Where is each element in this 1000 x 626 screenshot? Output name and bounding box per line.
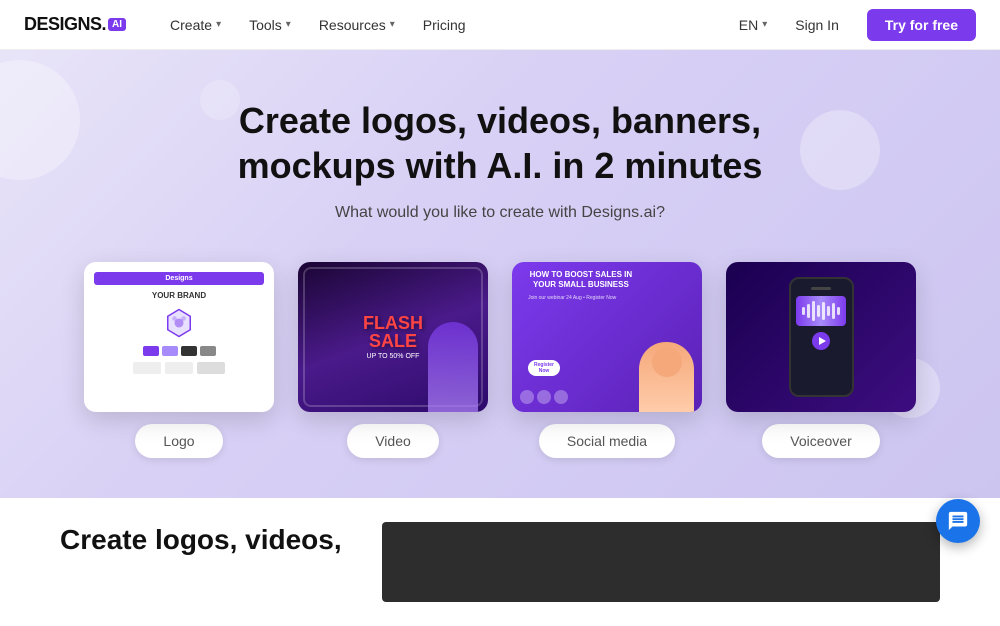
bottom-title: Create logos, videos,	[60, 522, 342, 558]
font-swatches	[133, 362, 225, 374]
font-swatch-3	[197, 362, 225, 374]
logo-card-content: Designs YOUR BRAND	[84, 262, 274, 412]
chevron-down-icon: ▾	[390, 19, 395, 30]
swatch-light-purple	[162, 346, 178, 356]
chat-bubble-button[interactable]	[936, 499, 980, 543]
nav-create-label: Create	[170, 17, 212, 33]
earbuds	[906, 272, 916, 322]
social-circle-1	[520, 390, 534, 404]
hex-icon	[164, 308, 194, 338]
play-icon	[819, 337, 826, 345]
social-card-image: HOW TO BOOST SALES IN YOUR SMALL BUSINES…	[512, 262, 702, 412]
wbar	[812, 301, 815, 321]
nav-right: EN ▾ Sign In Try for free	[739, 9, 976, 41]
swatch-dark	[181, 346, 197, 356]
font-swatch-2	[165, 362, 193, 374]
logo-card-hex-wrap	[164, 308, 194, 338]
nav-resources-label: Resources	[319, 17, 386, 33]
waveform-bars	[802, 301, 840, 321]
bottom-section: Create logos, videos,	[0, 498, 1000, 626]
color-swatches	[143, 346, 216, 356]
lang-label: EN	[739, 17, 758, 33]
wbar	[827, 306, 830, 316]
social-card-title: HOW TO BOOST SALES IN YOUR SMALL BUSINES…	[520, 270, 642, 291]
voiceover-card-content	[726, 262, 916, 412]
play-button	[812, 332, 830, 350]
swatch-purple	[143, 346, 159, 356]
social-person	[639, 342, 694, 412]
nav-tools-label: Tools	[249, 17, 282, 33]
voiceover-label-button[interactable]: Voiceover	[762, 424, 879, 458]
logo-card-item[interactable]: Designs YOUR BRAND	[84, 262, 274, 458]
social-circle-3	[554, 390, 568, 404]
sign-in-button[interactable]: Sign In	[783, 11, 851, 39]
logo-text: DESIGNS.	[24, 14, 106, 35]
navbar: DESIGNS.AI Create ▾ Tools ▾ Resources ▾ …	[0, 0, 1000, 50]
video-card-content: FLASHSALE UP TO 50% OFF	[298, 262, 488, 412]
wbar	[837, 307, 840, 315]
nav-create[interactable]: Create ▾	[158, 11, 233, 39]
video-person-silhouette	[428, 322, 478, 412]
social-card-content: HOW TO BOOST SALES IN YOUR SMALL BUSINES…	[512, 262, 702, 412]
bottom-dark-box	[382, 522, 940, 602]
hero-subtitle: What would you like to create with Desig…	[60, 204, 940, 222]
logo-card-header: Designs	[94, 272, 264, 285]
voiceover-card-image	[726, 262, 916, 412]
waveform-display	[796, 296, 846, 326]
deco-circle-4	[200, 80, 240, 120]
font-swatch-1	[133, 362, 161, 374]
deco-circle-1	[0, 60, 80, 180]
language-selector[interactable]: EN ▾	[739, 17, 767, 33]
flash-sub-text: UP TO 50% OFF	[363, 353, 423, 360]
chevron-down-icon: ▾	[762, 19, 767, 30]
register-button: Register Now	[528, 360, 560, 376]
chevron-down-icon: ▾	[216, 19, 221, 30]
video-card-image: FLASHSALE UP TO 50% OFF	[298, 262, 488, 412]
logo-label-button[interactable]: Logo	[135, 424, 222, 458]
wbar	[817, 305, 820, 317]
nav-pricing-label: Pricing	[423, 17, 466, 33]
chat-icon	[947, 510, 969, 532]
product-cards-row: Designs YOUR BRAND	[60, 262, 940, 458]
person-face	[652, 347, 682, 377]
logo-ai-badge: AI	[108, 18, 126, 31]
try-free-button[interactable]: Try for free	[867, 9, 976, 41]
nav-links: Create ▾ Tools ▾ Resources ▾ Pricing	[158, 11, 739, 39]
logo[interactable]: DESIGNS.AI	[24, 14, 126, 35]
phone-speaker	[811, 287, 831, 290]
social-circles-row	[520, 390, 568, 404]
wbar	[832, 303, 835, 319]
hero-title: Create logos, videos, banners, mockups w…	[160, 98, 840, 188]
social-card-item[interactable]: HOW TO BOOST SALES IN YOUR SMALL BUSINES…	[512, 262, 702, 458]
social-card-subtitle: Join our webinar 24 Aug • Register Now	[520, 295, 624, 302]
nav-tools[interactable]: Tools ▾	[237, 11, 303, 39]
nav-resources[interactable]: Resources ▾	[307, 11, 407, 39]
chevron-down-icon: ▾	[286, 19, 291, 30]
wbar	[802, 307, 805, 315]
social-circle-2	[537, 390, 551, 404]
logo-card-brand: YOUR BRAND	[152, 291, 206, 300]
social-label-button[interactable]: Social media	[539, 424, 675, 458]
video-label-button[interactable]: Video	[347, 424, 439, 458]
deco-circle-2	[800, 110, 880, 190]
video-card-item[interactable]: FLASHSALE UP TO 50% OFF Video	[298, 262, 488, 458]
phone-mockup	[789, 277, 854, 397]
voiceover-card-item[interactable]: Voiceover	[726, 262, 916, 458]
hero-section: Create logos, videos, banners, mockups w…	[0, 50, 1000, 498]
nav-pricing[interactable]: Pricing	[411, 11, 478, 39]
logo-card-image: Designs YOUR BRAND	[84, 262, 274, 412]
flash-sale-text: FLASHSALE	[363, 314, 423, 350]
wbar	[807, 304, 810, 318]
wbar	[822, 302, 825, 320]
swatch-grey	[200, 346, 216, 356]
